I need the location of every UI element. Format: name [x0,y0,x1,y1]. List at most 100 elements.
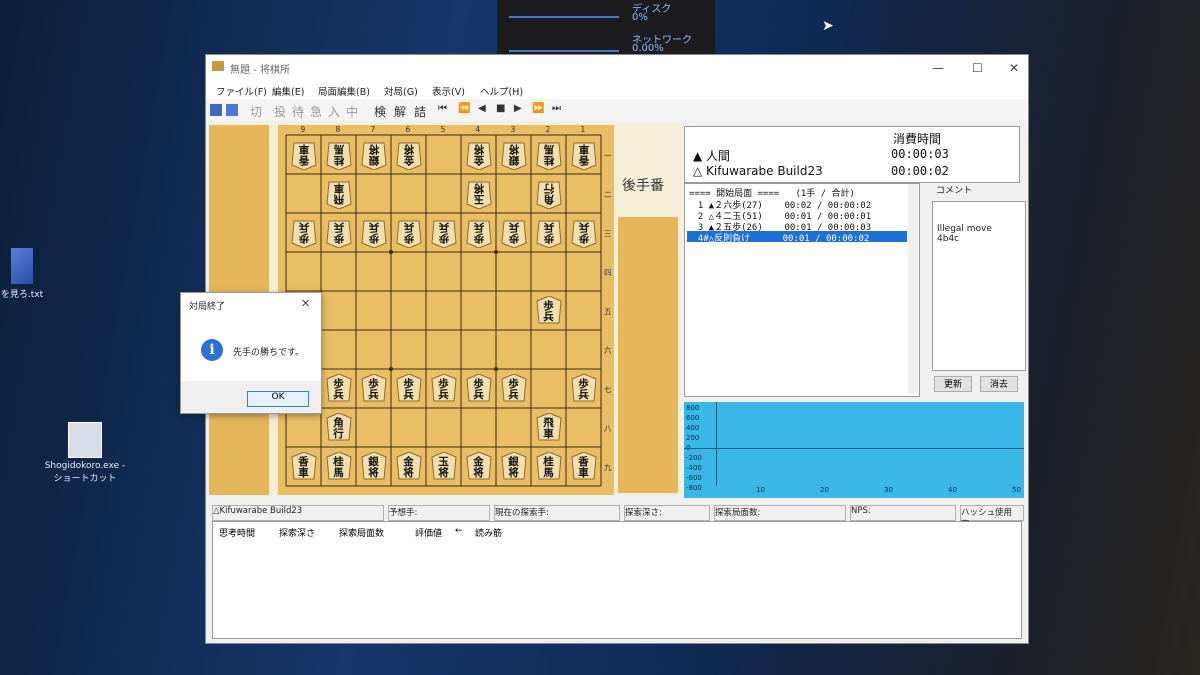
col-depth[interactable]: 探索深さ [279,526,315,539]
back-one-icon[interactable]: ◀ [478,103,486,114]
shortcut-label-line2: ショートカット [53,474,117,484]
menu-position-edit[interactable]: 局面編集(B) [318,84,370,98]
gote-piece[interactable]: 角行 [535,179,562,209]
sente-piece[interactable]: 桂馬 [535,451,562,482]
sente-piece[interactable]: 歩兵 [535,295,562,326]
toolbar-hurry[interactable]: 急 [310,103,322,120]
ok-button[interactable]: OK [247,391,309,407]
clear-comment-button[interactable]: 消去 [980,376,1018,392]
toolbar-resign[interactable]: 投 [274,103,286,120]
sente-piece[interactable]: 歩兵 [430,373,457,404]
gote-piece[interactable]: 桂馬 [325,140,352,170]
piece-char: 兵 [543,310,554,323]
kifu-row[interactable]: 4#△反則負け 00:01 / 00:00:02 [687,231,907,244]
gote-piece[interactable]: 歩兵 [465,218,492,248]
gote-piece[interactable]: 飛車 [325,179,352,209]
toolbar-study[interactable]: 検 [374,103,386,120]
comment-box[interactable]: Illegal move 4b4c [932,201,1026,371]
gote-piece[interactable]: 桂馬 [535,140,562,170]
kifu-row[interactable]: 2 △４二玉(51) 00:01 / 00:00:01 [687,209,907,222]
gote-piece[interactable]: 銀将 [500,140,527,170]
kifu-scrollbar[interactable] [908,184,918,394]
gote-piece[interactable]: 歩兵 [430,218,457,248]
save-file-icon[interactable] [226,104,238,116]
sente-piece[interactable]: 桂馬 [325,451,352,482]
gote-piece[interactable]: 歩兵 [500,218,527,248]
sente-piece[interactable]: 歩兵 [500,373,527,404]
sente-piece[interactable]: 香車 [290,451,317,482]
gote-piece[interactable]: 歩兵 [570,218,597,248]
gote-piece[interactable]: 金将 [395,140,422,170]
sente-piece[interactable]: 歩兵 [570,373,597,404]
kifu-list[interactable]: ==== 開始局面 ==== (1手 / 合計) 1 ▲２六歩(27) 00:0… [684,183,920,397]
back-many-icon[interactable]: ⏪ [458,103,470,114]
x-tick-label: 20 [820,486,829,494]
toolbar-interrupt[interactable]: 中 [346,103,358,120]
toolbar-cut[interactable]: 切 [250,103,262,120]
toolbar-enter[interactable]: 入 [328,103,340,120]
toolbar-wait[interactable]: 待 [292,103,304,120]
maximize-icon[interactable]: ☐ [972,61,983,75]
gote-piece[interactable]: 香車 [290,140,317,170]
piece-char: 香 [578,455,589,468]
minimize-icon[interactable]: — [932,61,944,75]
piece-char: 車 [578,466,589,479]
thinking-panel[interactable]: 思考時間 探索深さ 探索局面数 評価値 ← 読み筋 [212,521,1022,639]
gote-piece[interactable]: 玉将 [465,179,492,209]
kifu-row[interactable]: 1 ▲２六歩(27) 00:02 / 00:00:02 [687,198,907,211]
col-pv[interactable]: 読み筋 [475,526,502,539]
shogi-board[interactable]: 987654321一二三四五六七八九 香車桂馬銀将金将金将銀将桂馬香車飛車玉将角… [278,125,614,495]
forward-one-icon[interactable]: ▶ [514,103,522,114]
sente-piece-stand[interactable] [618,217,678,493]
sente-piece[interactable]: 玉将 [430,451,457,482]
mouse-cursor-icon: ➤ [822,18,834,34]
menu-edit[interactable]: 編集(E) [272,84,304,98]
sente-piece[interactable]: 飛車 [535,412,562,443]
dialog-message: 先手の勝ちです。 [233,348,305,358]
forward-many-icon[interactable]: ⏩ [532,103,544,114]
sente-piece[interactable]: 金将 [465,451,492,482]
gote-piece[interactable]: 香車 [570,140,597,170]
last-move-icon[interactable]: ⏭ [552,103,561,114]
stop-icon[interactable]: ■ [496,103,505,114]
menu-help[interactable]: ヘルプ(H) [480,84,523,98]
sente-piece[interactable]: 金将 [395,451,422,482]
kifu-row[interactable]: 3 ▲２五歩(26) 00:01 / 00:00:03 [687,220,907,233]
menu-game[interactable]: 対局(G) [384,84,418,98]
piece-char: 将 [508,466,519,479]
gote-piece[interactable]: 歩兵 [360,218,387,248]
gote-piece[interactable]: 歩兵 [395,218,422,248]
col-eval[interactable]: 評価値 [415,526,442,539]
toolbar-mate[interactable]: 詰 [414,103,426,120]
first-move-icon[interactable]: ⏮ [438,103,447,114]
menu-view[interactable]: 表示(V) [432,84,465,98]
gote-piece[interactable]: 歩兵 [290,218,317,248]
menu-file[interactable]: ファイル(F) [216,84,267,98]
sente-piece[interactable]: 歩兵 [465,373,492,404]
comment-text[interactable]: Illegal move 4b4c [933,222,1025,246]
sente-piece[interactable]: 銀将 [500,451,527,482]
gote-piece[interactable]: 歩兵 [325,218,352,248]
dialog-close-icon[interactable]: ✕ [301,297,310,310]
col-nodes[interactable]: 探索局面数 [339,526,384,539]
piece-char: 歩 [438,231,449,244]
sente-piece[interactable]: 歩兵 [325,373,352,404]
col-arrow[interactable]: ← [455,526,463,536]
gote-piece[interactable]: 歩兵 [535,218,562,248]
col-think-time[interactable]: 思考時間 [219,526,255,539]
sente-piece[interactable]: 歩兵 [360,373,387,404]
sente-piece[interactable]: 歩兵 [395,373,422,404]
gote-piece[interactable]: 金将 [465,140,492,170]
update-comment-button[interactable]: 更新 [934,376,972,392]
desktop-icon-textfile[interactable]: を見ろ.txt [0,248,44,300]
open-file-icon[interactable] [210,104,222,116]
sente-piece[interactable]: 角行 [325,412,352,443]
gote-piece[interactable]: 銀将 [360,140,387,170]
desktop-icon-shogidokoro[interactable]: Shogidokoro.exe - ショートカット [40,422,130,484]
sente-piece[interactable]: 銀将 [360,451,387,482]
close-icon[interactable]: ✕ [1009,61,1019,75]
piece-char: 将 [438,466,449,479]
sente-piece[interactable]: 香車 [570,451,597,482]
toolbar-analyze[interactable]: 解 [394,103,406,120]
evaluation-graph[interactable]: 8006004002000-200-400-600-800 1020304050 [684,402,1024,498]
